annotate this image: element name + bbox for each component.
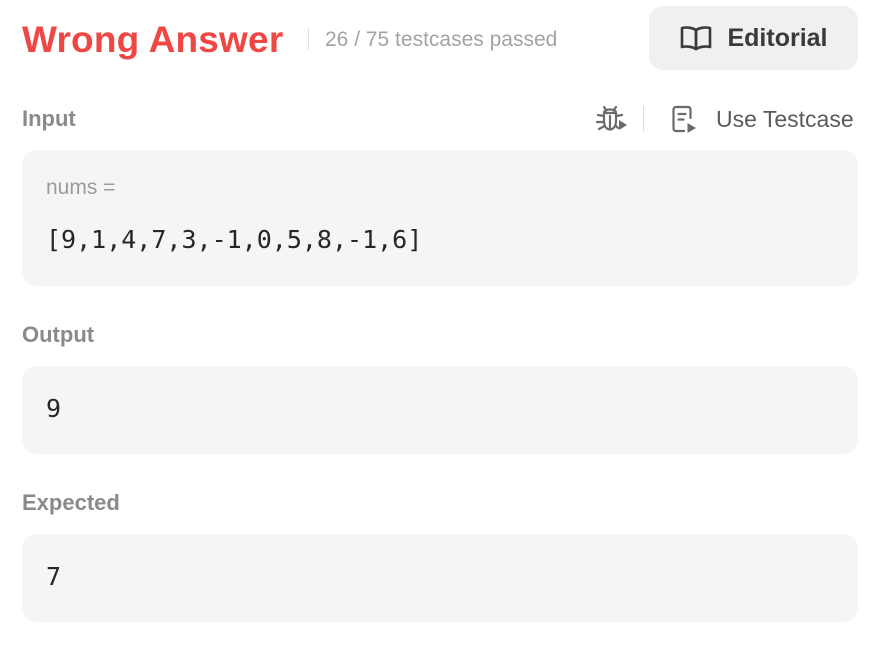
editorial-button[interactable]: Editorial xyxy=(649,6,858,70)
input-box: nums = [9,1,4,7,3,-1,0,5,8,-1,6] xyxy=(22,150,858,286)
bug-play-icon[interactable] xyxy=(594,102,628,136)
testcases-passed-count: 26 / 75 testcases passed xyxy=(325,28,558,51)
param-value: [9,1,4,7,3,-1,0,5,8,-1,6] xyxy=(46,225,423,254)
output-value: 9 xyxy=(46,394,62,423)
expected-box: 7 xyxy=(22,534,858,622)
input-toolbar: Use Testcase xyxy=(594,100,858,138)
param-name: nums = xyxy=(46,176,116,199)
editorial-label: Editorial xyxy=(727,23,828,52)
output-box: 9 xyxy=(22,366,858,454)
expected-label: Expected xyxy=(22,490,120,515)
expected-value: 7 xyxy=(46,562,62,591)
result-header: Wrong Answer 26 / 75 testcases passed Ed… xyxy=(22,6,858,70)
use-testcase-label: Use Testcase xyxy=(716,105,854,132)
open-book-icon xyxy=(679,24,713,52)
document-play-icon xyxy=(670,103,698,135)
result-status: Wrong Answer xyxy=(22,19,284,60)
output-label: Output xyxy=(22,322,95,347)
header-divider xyxy=(308,28,309,50)
toolbar-divider xyxy=(643,106,644,132)
input-label: Input xyxy=(22,106,76,131)
use-testcase-button[interactable]: Use Testcase xyxy=(670,100,854,138)
